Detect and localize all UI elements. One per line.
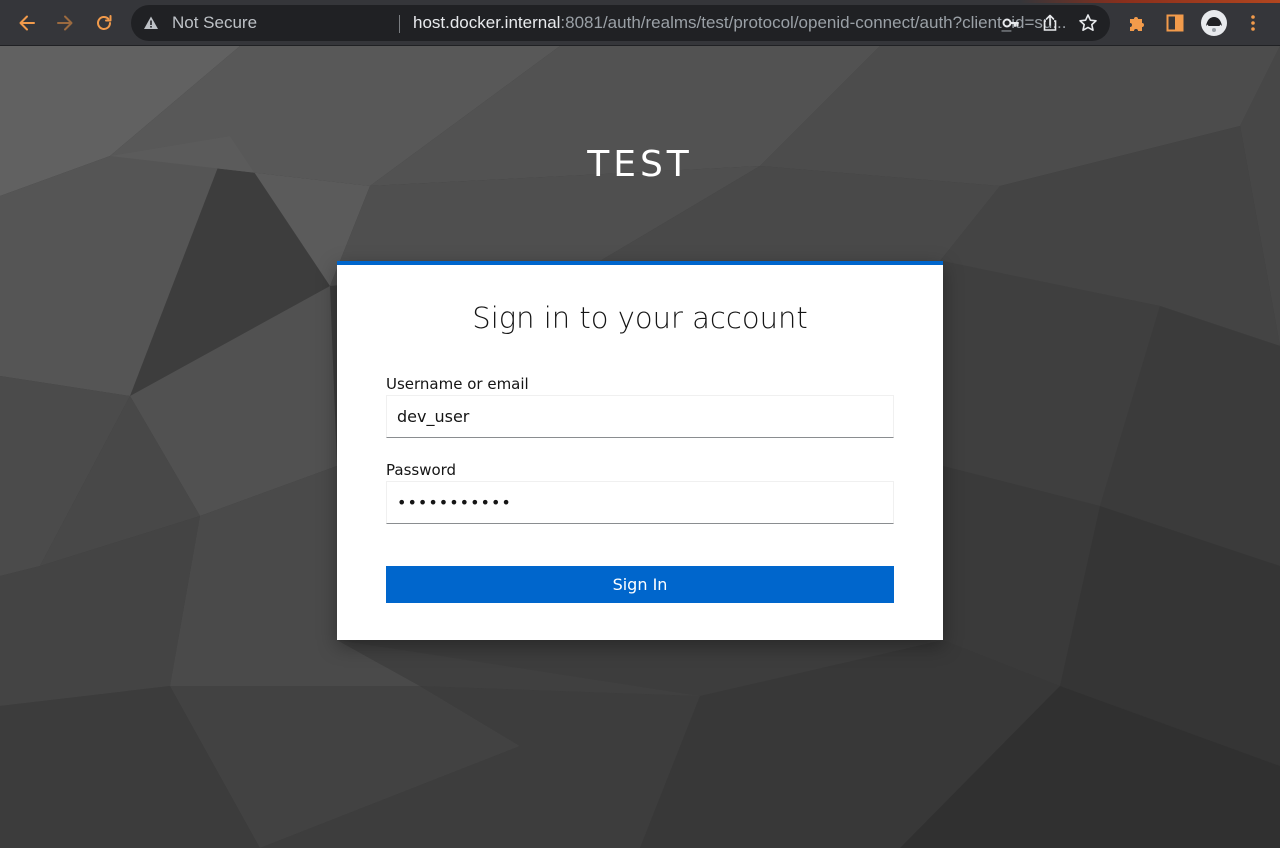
tab-strip-edge bbox=[1020, 0, 1280, 3]
sign-in-button[interactable]: Sign In bbox=[386, 566, 894, 603]
page-title: Sign in to your account bbox=[472, 301, 808, 335]
share-icon[interactable] bbox=[1040, 13, 1060, 33]
security-status[interactable]: Not Secure bbox=[172, 13, 257, 33]
password-label: Password bbox=[386, 461, 457, 479]
username-input[interactable] bbox=[386, 395, 894, 438]
browser-toolbar: Not Secure host.docker.internal:8081/aut… bbox=[0, 0, 1280, 46]
username-label: Username or email bbox=[386, 375, 529, 393]
url-host: host.docker.internal bbox=[413, 13, 561, 32]
side-panel-icon[interactable] bbox=[1160, 8, 1190, 38]
bookmark-star-icon[interactable] bbox=[1078, 13, 1098, 33]
address-bar[interactable]: Not Secure host.docker.internal:8081/aut… bbox=[131, 5, 1110, 41]
back-button[interactable] bbox=[12, 8, 42, 38]
login-card: Sign in to your account Username or emai… bbox=[337, 261, 943, 640]
realm-title: TEST bbox=[587, 144, 693, 185]
url-path: :8081/auth/realms/test/protocol/openid-c… bbox=[560, 13, 1067, 32]
login-page: TEST Sign in to your account Username or… bbox=[0, 46, 1280, 848]
arrow-right-icon bbox=[57, 15, 73, 31]
reload-button[interactable] bbox=[89, 8, 119, 38]
profile-avatar[interactable] bbox=[1199, 8, 1229, 38]
warning-icon bbox=[144, 16, 158, 29]
address-separator bbox=[399, 15, 400, 33]
key-icon[interactable] bbox=[1001, 13, 1021, 33]
more-menu-icon[interactable] bbox=[1238, 8, 1268, 38]
forward-button[interactable] bbox=[50, 8, 80, 38]
reload-icon bbox=[97, 15, 112, 30]
extensions-icon[interactable] bbox=[1122, 8, 1152, 38]
arrow-left-icon bbox=[19, 15, 35, 31]
password-input[interactable] bbox=[386, 481, 894, 524]
